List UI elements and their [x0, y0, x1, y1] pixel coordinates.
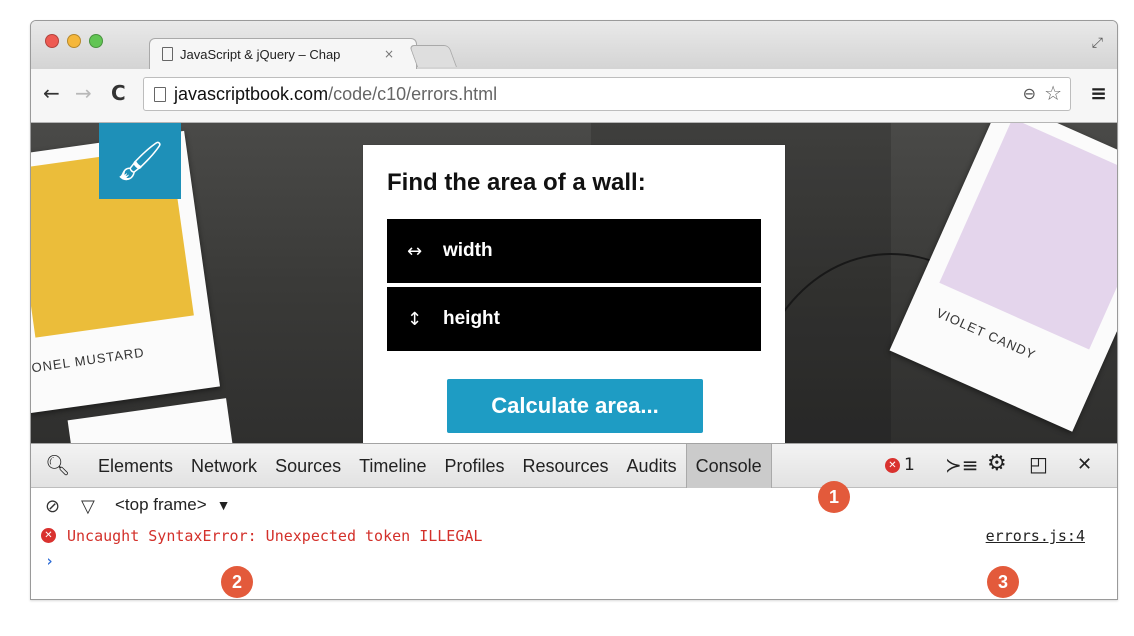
tab-console[interactable]: Console: [685, 444, 772, 488]
clear-console-icon[interactable]: ⊘: [45, 496, 60, 517]
devtools-panel: 🔍︎ Elements Network Sources Timeline Pro…: [31, 443, 1117, 599]
frame-selector-label: <top frame>: [115, 495, 207, 514]
callout-3: 3: [987, 566, 1019, 598]
tab-strip: JavaScript & jQuery – Chap × ⤢: [31, 21, 1117, 69]
fullscreen-icon[interactable]: ⤢: [1092, 35, 1103, 51]
swatch-card-bottom: [67, 398, 235, 443]
tab-close-icon[interactable]: ×: [384, 47, 394, 61]
reload-button[interactable]: C: [111, 81, 126, 105]
console-drawer-icon[interactable]: ≻≡: [945, 453, 979, 477]
tab-audits[interactable]: Audits: [618, 444, 686, 488]
tab-title: JavaScript & jQuery – Chap: [180, 46, 341, 62]
page-document-icon: [162, 47, 173, 61]
height-placeholder: height: [443, 308, 500, 329]
callout-1: 1: [818, 481, 850, 513]
url-path: /code/c10/errors.html: [328, 83, 498, 104]
error-message: Uncaught SyntaxError: Unexpected token I…: [67, 527, 483, 545]
error-count: 1: [904, 455, 915, 475]
width-input[interactable]: ↔ width: [387, 219, 761, 283]
callout-2: 2: [221, 566, 253, 598]
tab-resources[interactable]: Resources: [514, 444, 618, 488]
horizontal-arrows-icon: ↔: [407, 240, 423, 262]
devtools-tabs: Elements Network Sources Timeline Profil…: [89, 444, 772, 488]
tab-sources[interactable]: Sources: [266, 444, 350, 488]
paintbrush-icon: 🖌: [115, 138, 165, 183]
vertical-arrows-icon: ↕: [407, 308, 423, 330]
url-host: javascriptbook.com: [174, 83, 329, 104]
area-calculator-card: Find the area of a wall: ↔ width ↕ heigh…: [363, 145, 785, 443]
dock-side-icon[interactable]: ◰: [1029, 452, 1048, 476]
browser-toolbar: ← → C javascriptbook.com /code/c10/error…: [31, 69, 1117, 123]
window-close-button[interactable]: [45, 34, 59, 48]
forward-button[interactable]: →: [75, 81, 92, 105]
tab-elements[interactable]: Elements: [89, 444, 182, 488]
error-source-link[interactable]: errors.js:4: [986, 527, 1085, 545]
console-toolbar: ⊘ ▽ <top frame> ▼: [31, 488, 1117, 522]
page-viewport: ONEL MUSTARD VIOLET CANDY 🖌 Find the are…: [31, 123, 1117, 443]
tab-network[interactable]: Network: [182, 444, 266, 488]
new-tab-button[interactable]: [408, 45, 458, 67]
swatch-color-violet: [939, 123, 1117, 350]
browser-tab-active[interactable]: JavaScript & jQuery – Chap ×: [149, 38, 417, 69]
error-icon: ✕: [885, 457, 900, 473]
window-minimize-button[interactable]: [67, 34, 81, 48]
swatch-label-mustard: ONEL MUSTARD: [31, 344, 146, 376]
logo-tile: 🖌: [99, 123, 181, 199]
frame-selector[interactable]: <top frame> ▼: [115, 495, 231, 515]
console-prompt[interactable]: ›: [45, 552, 54, 570]
magnifier-minus-icon[interactable]: ⊖: [1023, 84, 1036, 103]
address-bar[interactable]: javascriptbook.com /code/c10/errors.html…: [143, 77, 1071, 111]
browser-window: JavaScript & jQuery – Chap × ⤢ ← → C jav…: [30, 20, 1118, 600]
console-error-row: ✕ Uncaught SyntaxError: Unexpected token…: [31, 524, 1117, 550]
chevron-down-icon: ▼: [216, 497, 231, 513]
tab-profiles[interactable]: Profiles: [435, 444, 513, 488]
width-placeholder: width: [443, 240, 493, 261]
gear-icon[interactable]: ⚙: [987, 451, 1007, 476]
calculator-title: Find the area of a wall:: [387, 169, 646, 196]
page-document-icon: [154, 86, 166, 102]
close-icon[interactable]: ✕: [1077, 454, 1092, 475]
calculate-area-button[interactable]: Calculate area...: [447, 379, 703, 433]
error-icon: ✕: [41, 528, 56, 543]
search-icon[interactable]: 🔍︎: [45, 453, 70, 477]
star-icon[interactable]: ☆: [1044, 81, 1062, 105]
window-maximize-button[interactable]: [89, 34, 103, 48]
error-count-badge[interactable]: ✕ 1: [885, 455, 915, 475]
back-button[interactable]: ←: [43, 81, 60, 105]
tab-timeline[interactable]: Timeline: [350, 444, 435, 488]
devtools-toolbar: 🔍︎ Elements Network Sources Timeline Pro…: [31, 444, 1117, 488]
height-input[interactable]: ↕ height: [387, 287, 761, 351]
filter-icon[interactable]: ▽: [81, 496, 95, 517]
hamburger-menu-icon[interactable]: ≡: [1090, 81, 1107, 105]
